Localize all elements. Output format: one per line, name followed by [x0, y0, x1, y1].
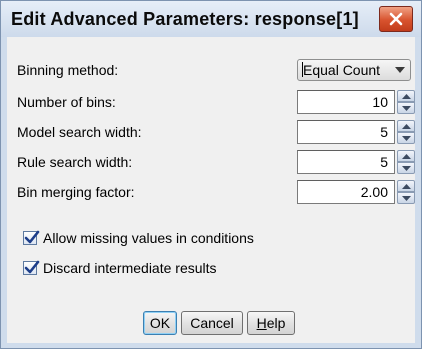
spin-buttons [397, 90, 415, 114]
number-of-bins-row: Number of bins: 10 [7, 89, 415, 115]
spin-up-icon [402, 94, 411, 99]
model-search-width-increment[interactable] [397, 120, 415, 132]
number-of-bins-increment[interactable] [397, 90, 415, 102]
rule-search-width-increment[interactable] [397, 150, 415, 162]
window-title: Edit Advanced Parameters: response[1] [11, 9, 359, 29]
spin-up-icon [402, 154, 411, 159]
spin-up-icon [402, 124, 411, 129]
rule-search-width-spinner: 5 [297, 150, 415, 174]
bin-merging-factor-row: Bin merging factor: 2.00 [7, 179, 415, 205]
rule-search-width-row: Rule search width: 5 [7, 149, 415, 175]
model-search-width-input[interactable]: 5 [297, 120, 395, 144]
rule-search-width-decrement[interactable] [397, 162, 415, 174]
close-icon [389, 12, 403, 26]
spin-down-icon [402, 106, 411, 111]
spin-buttons [397, 180, 415, 204]
title-bar[interactable]: Edit Advanced Parameters: response[1] [1, 1, 421, 37]
binning-method-value: Equal Count [303, 62, 381, 78]
model-search-width-value: 5 [380, 124, 388, 140]
bin-merging-factor-increment[interactable] [397, 180, 415, 192]
number-of-bins-value: 10 [372, 94, 388, 110]
ok-button[interactable]: OK [143, 311, 177, 335]
bin-merging-factor-spinner: 2.00 [297, 180, 415, 204]
model-search-width-decrement[interactable] [397, 132, 415, 144]
spin-down-icon [402, 196, 411, 201]
spin-down-icon [402, 166, 411, 171]
close-button[interactable] [379, 6, 413, 32]
number-of-bins-label: Number of bins: [17, 94, 116, 110]
help-mnemonic: H [256, 315, 267, 331]
dialog-window: Edit Advanced Parameters: response[1] Bi… [0, 0, 422, 349]
bin-merging-factor-label: Bin merging factor: [17, 184, 135, 200]
binning-method-dropdown[interactable]: Equal Count [297, 59, 411, 81]
dialog-body: Binning method: Equal Count Number of bi… [7, 37, 415, 343]
model-search-width-row: Model search width: 5 [7, 119, 415, 145]
spin-up-icon [402, 184, 411, 189]
allow-missing-label: Allow missing values in conditions [43, 230, 254, 246]
rule-search-width-input[interactable]: 5 [297, 150, 395, 174]
allow-missing-checkbox[interactable] [23, 230, 40, 245]
bin-merging-factor-input[interactable]: 2.00 [297, 180, 395, 204]
spin-buttons [397, 150, 415, 174]
cancel-button[interactable]: Cancel [181, 311, 243, 335]
help-button[interactable]: Help [247, 311, 295, 335]
discard-intermediate-label: Discard intermediate results [43, 260, 217, 276]
spin-buttons [397, 120, 415, 144]
number-of-bins-input[interactable]: 10 [297, 90, 395, 114]
help-label-rest: elp [266, 315, 286, 331]
bin-merging-factor-decrement[interactable] [397, 192, 415, 204]
discard-intermediate-checkbox-row[interactable]: Discard intermediate results [23, 259, 403, 279]
binning-method-row: Binning method: Equal Count [7, 57, 415, 83]
model-search-width-label: Model search width: [17, 124, 142, 140]
model-search-width-spinner: 5 [297, 120, 415, 144]
checkmark-icon [24, 230, 40, 244]
number-of-bins-decrement[interactable] [397, 102, 415, 114]
number-of-bins-spinner: 10 [297, 90, 415, 114]
bin-merging-factor-value: 2.00 [360, 184, 388, 200]
checkmark-icon [24, 260, 40, 274]
binning-method-label: Binning method: [17, 62, 119, 78]
discard-intermediate-checkbox[interactable] [23, 260, 40, 275]
rule-search-width-label: Rule search width: [17, 154, 133, 170]
rule-search-width-value: 5 [380, 154, 388, 170]
spin-down-icon [402, 136, 411, 141]
allow-missing-checkbox-row[interactable]: Allow missing values in conditions [23, 229, 403, 249]
chevron-down-icon [395, 67, 405, 73]
